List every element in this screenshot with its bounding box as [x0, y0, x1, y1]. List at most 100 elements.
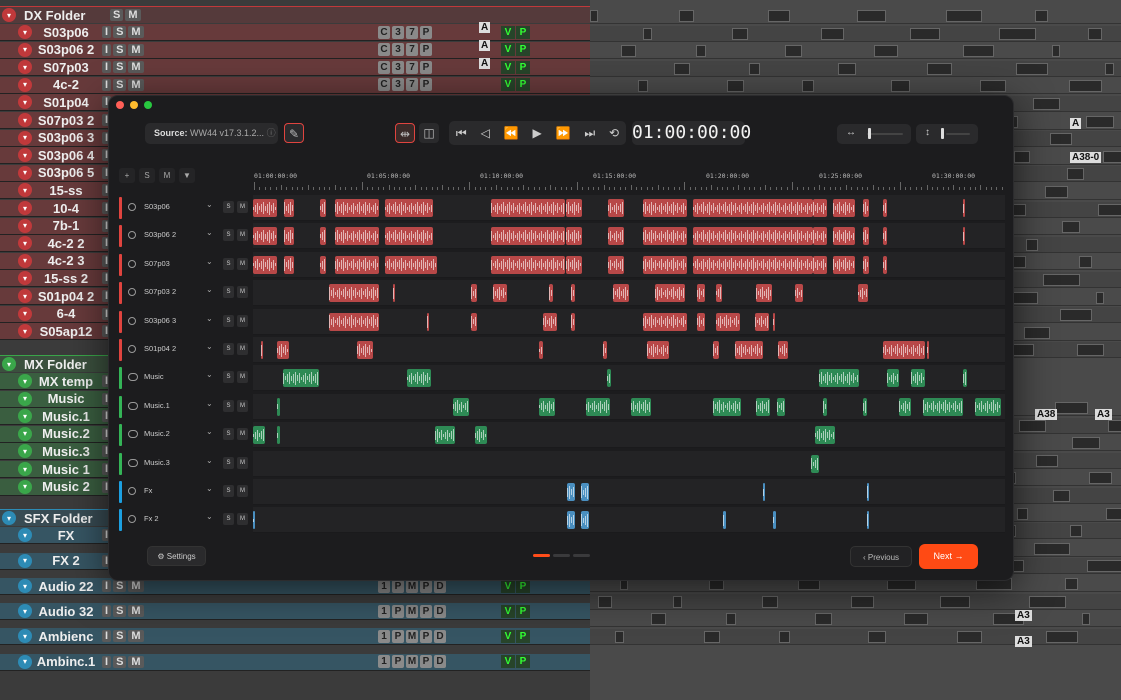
- track-toggle-icon[interactable]: ▾: [18, 165, 32, 180]
- function-button[interactable]: 3: [392, 60, 404, 74]
- daw-track-row[interactable]: ▾ Audio 32 I S M 1 P M P D V P: [0, 603, 590, 621]
- audio-clip[interactable]: [697, 284, 705, 303]
- chevron-down-icon[interactable]: ⌄: [206, 285, 213, 294]
- audio-clip[interactable]: [608, 255, 624, 274]
- audio-scrub-icon[interactable]: ◫: [419, 123, 439, 143]
- solo-button[interactable]: S: [223, 456, 234, 469]
- mute-button[interactable]: M: [237, 343, 248, 355]
- input-solo-mute[interactable]: ISM: [102, 43, 144, 56]
- solo-button[interactable]: S: [223, 485, 234, 497]
- ism-button[interactable]: S: [113, 26, 127, 38]
- audio-clip[interactable]: [923, 397, 963, 416]
- audio-clip[interactable]: [693, 227, 813, 246]
- track-lane[interactable]: [253, 507, 1005, 534]
- track-toggle-icon[interactable]: ▾: [18, 60, 32, 75]
- input-solo-mute[interactable]: ISM: [102, 655, 144, 668]
- track-lane[interactable]: [253, 450, 1005, 477]
- audio-clip[interactable]: [566, 227, 582, 246]
- track-toggle-icon[interactable]: ▾: [18, 374, 32, 388]
- function-button[interactable]: 3: [392, 78, 404, 92]
- fast-forward-icon[interactable]: ⏩: [556, 126, 571, 140]
- function-button[interactable]: C: [378, 25, 390, 39]
- ism-button[interactable]: S: [113, 605, 127, 618]
- audio-clip[interactable]: [883, 227, 887, 246]
- audio-clip[interactable]: [963, 199, 965, 217]
- audio-clip[interactable]: [833, 255, 855, 274]
- audio-clip[interactable]: [571, 284, 575, 303]
- vp-button[interactable]: P: [516, 604, 530, 618]
- solo-button[interactable]: S: [223, 343, 234, 355]
- audio-clip[interactable]: [693, 255, 813, 274]
- track-row[interactable]: Fx 2 ⌄ S M: [119, 507, 1005, 534]
- mute-button[interactable]: M: [237, 314, 248, 327]
- audio-clip[interactable]: [284, 227, 294, 246]
- audio-clip[interactable]: [567, 483, 575, 501]
- track-header-button[interactable]: +: [119, 168, 135, 183]
- function-button[interactable]: D: [434, 629, 446, 643]
- track-lane[interactable]: [253, 393, 1005, 420]
- ism-button[interactable]: S: [113, 630, 127, 643]
- horizontal-zoom-slider[interactable]: ↔: [837, 124, 911, 144]
- audio-clip[interactable]: [863, 255, 869, 274]
- track-row[interactable]: Music.3 ⌄ S M: [119, 450, 1005, 477]
- audio-clip[interactable]: [813, 199, 827, 217]
- audio-clip[interactable]: [643, 255, 687, 274]
- link-icon[interactable]: [128, 458, 138, 467]
- input-solo-mute[interactable]: ISM: [102, 61, 144, 74]
- track-row[interactable]: S03p06 ⌄ S M: [119, 195, 1005, 221]
- vp-button[interactable]: P: [516, 579, 530, 593]
- ism-button[interactable]: M: [128, 26, 144, 38]
- mute-button[interactable]: M: [237, 399, 248, 412]
- vp-button[interactable]: V: [501, 579, 515, 593]
- settings-button[interactable]: ⚙ Settings: [147, 546, 206, 566]
- link-icon[interactable]: [128, 401, 138, 410]
- track-lane[interactable]: [253, 479, 1005, 505]
- mute-button[interactable]: M: [237, 428, 248, 441]
- track-row[interactable]: Music.2 ⌄ S M: [119, 422, 1005, 449]
- track-toggle-icon[interactable]: ▾: [18, 306, 32, 321]
- ism-button[interactable]: I: [102, 26, 112, 38]
- chevron-down-icon[interactable]: ⌄: [206, 257, 213, 266]
- audio-clip[interactable]: [566, 199, 582, 217]
- folder-sm-button[interactable]: M: [125, 9, 141, 21]
- function-button[interactable]: P: [420, 78, 432, 92]
- function-button[interactable]: C: [378, 60, 390, 74]
- chevron-down-icon[interactable]: ⌄: [206, 456, 213, 465]
- audio-clip[interactable]: [863, 397, 867, 416]
- mute-button[interactable]: M: [237, 257, 248, 270]
- audio-clip[interactable]: [581, 511, 589, 530]
- voice-playlist-buttons[interactable]: VP: [501, 43, 530, 57]
- audio-clip[interactable]: [385, 227, 433, 246]
- function-button[interactable]: P: [420, 579, 432, 593]
- audio-clip[interactable]: [393, 284, 395, 303]
- track-header-button[interactable]: ▼: [179, 168, 195, 183]
- audio-clip[interactable]: [253, 199, 277, 217]
- track-lane[interactable]: [253, 223, 1005, 250]
- audio-clip[interactable]: [713, 341, 719, 359]
- audio-clip[interactable]: [833, 199, 855, 217]
- audio-clip[interactable]: [277, 426, 280, 445]
- track-toggle-icon[interactable]: ▾: [18, 95, 32, 110]
- audio-clip[interactable]: [819, 369, 859, 388]
- audio-clip[interactable]: [385, 199, 433, 217]
- audio-clip[interactable]: [833, 227, 855, 246]
- chevron-down-icon[interactable]: ⌄: [206, 399, 213, 408]
- audio-clip[interactable]: [643, 227, 687, 246]
- function-button[interactable]: C: [378, 78, 390, 92]
- ism-button[interactable]: I: [102, 78, 112, 91]
- audio-clip[interactable]: [777, 397, 785, 416]
- ism-button[interactable]: M: [128, 630, 144, 643]
- function-button[interactable]: P: [392, 629, 404, 643]
- ism-button[interactable]: S: [113, 61, 127, 74]
- audio-clip[interactable]: [567, 511, 575, 530]
- function-button[interactable]: 1: [378, 604, 390, 618]
- track-lane[interactable]: [253, 195, 1005, 221]
- audio-clip[interactable]: [697, 312, 705, 331]
- record-arm-icon[interactable]: [128, 345, 136, 353]
- mute-button[interactable]: M: [237, 513, 248, 526]
- link-icon[interactable]: [128, 430, 138, 439]
- function-button[interactable]: P: [420, 655, 432, 668]
- chevron-down-icon[interactable]: ⌄: [206, 370, 213, 379]
- ism-button[interactable]: S: [113, 78, 127, 91]
- track-toggle-icon[interactable]: ▾: [18, 113, 32, 127]
